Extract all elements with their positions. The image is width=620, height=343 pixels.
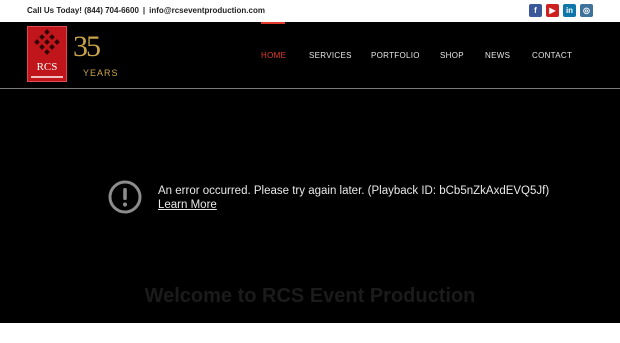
main-nav: HOME SERVICES PORTFOLIO SHOP NEWS CONTAC… [0, 22, 620, 88]
youtube-icon[interactable]: ▶ [546, 4, 559, 17]
error-message: An error occurred. Please try again late… [158, 185, 550, 197]
nav-home[interactable]: HOME [261, 51, 286, 60]
active-nav-indicator [261, 22, 285, 24]
email-link[interactable]: info@rcseventproduction.com [149, 6, 265, 15]
contact-info: Call Us Today! (844) 704-6600 | info@rcsev… [27, 6, 265, 15]
page-bottom-strip [0, 323, 620, 343]
linkedin-icon[interactable]: in [563, 4, 576, 17]
nav-news[interactable]: NEWS [485, 51, 510, 60]
phone-text[interactable]: Call Us Today! (844) 704-6600 [27, 6, 139, 15]
learn-more-link[interactable]: Learn More [158, 199, 217, 211]
alert-circle-icon [108, 180, 142, 214]
nav-services[interactable]: SERVICES [309, 51, 352, 60]
site-header: RCS 35 YEARS HOME SERVICES PORTFOLIO SHO… [0, 22, 620, 89]
instagram-icon[interactable]: ◎ [580, 4, 593, 17]
nav-portfolio[interactable]: PORTFOLIO [371, 51, 420, 60]
nav-shop[interactable]: SHOP [440, 51, 464, 60]
nav-contact[interactable]: CONTACT [532, 51, 572, 60]
social-links: f ▶ in ◎ [529, 4, 593, 17]
top-bar: Call Us Today! (844) 704-6600 | info@rcsev… [0, 0, 620, 22]
separator: | [142, 6, 146, 15]
facebook-icon[interactable]: f [529, 4, 542, 17]
hero-heading: Welcome to RCS Event Production [144, 285, 476, 307]
video-player[interactable]: An error occurred. Please try again late… [0, 89, 620, 323]
